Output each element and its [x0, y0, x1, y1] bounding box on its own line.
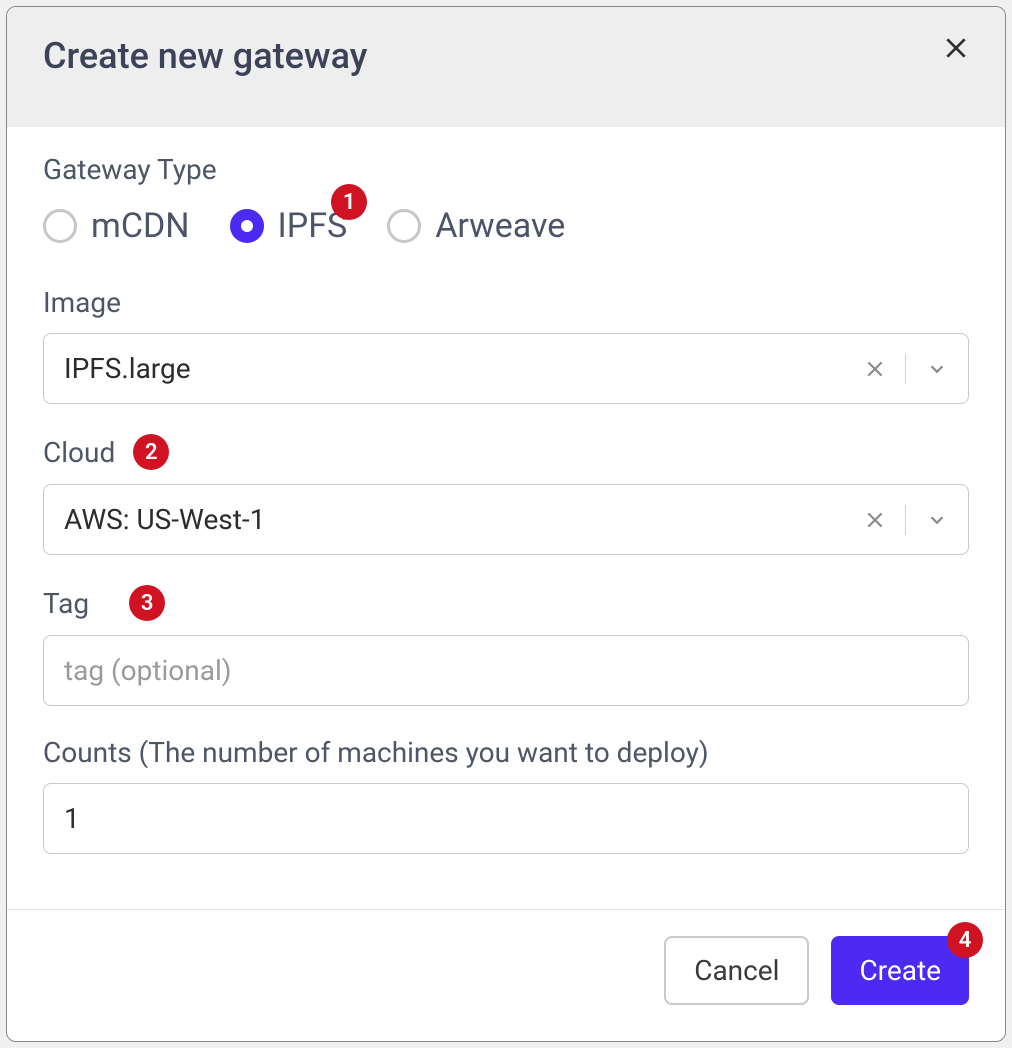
image-select-value: IPFS.large	[64, 352, 865, 385]
counts-input[interactable]	[43, 783, 969, 854]
select-indicators	[865, 354, 948, 384]
step-badge-1: 1	[331, 184, 367, 220]
cloud-select-value: AWS: US-West-1	[64, 503, 865, 536]
radio-mcdn[interactable]: mCDN	[43, 206, 190, 246]
gateway-type-radio-group: mCDN IPFS 1 Arweave	[43, 206, 969, 246]
step-badge-2: 2	[133, 434, 169, 470]
radio-arweave[interactable]: Arweave	[387, 206, 565, 246]
tag-label-text: Tag	[43, 587, 89, 620]
step-badge-3: 3	[129, 585, 165, 621]
close-icon[interactable]	[943, 35, 969, 61]
chevron-down-icon[interactable]	[926, 358, 948, 380]
clear-icon[interactable]	[865, 510, 885, 530]
modal-overlay: Create new gateway Gateway Type mCDN IPF…	[0, 0, 1012, 1048]
radio-mcdn-label: mCDN	[91, 206, 190, 246]
separator	[905, 354, 906, 384]
modal-body: Gateway Type mCDN IPFS 1 Arweave Image	[7, 127, 1005, 909]
gateway-type-label: Gateway Type	[43, 153, 217, 186]
create-button-label: Create	[859, 954, 941, 987]
image-group: Image IPFS.large	[43, 286, 969, 404]
radio-icon	[230, 209, 264, 243]
modal-footer: Cancel Create 4	[7, 909, 1005, 1041]
radio-ipfs[interactable]: IPFS 1	[230, 206, 348, 246]
radio-arweave-label: Arweave	[435, 206, 565, 246]
radio-icon	[43, 209, 77, 243]
cloud-group: Cloud 2 AWS: US-West-1	[43, 434, 969, 555]
modal-title: Create new gateway	[43, 35, 367, 77]
chevron-down-icon[interactable]	[926, 509, 948, 531]
step-badge-4: 4	[947, 922, 983, 958]
create-button[interactable]: Create 4	[831, 936, 969, 1005]
cancel-button[interactable]: Cancel	[664, 936, 809, 1005]
select-indicators	[865, 505, 948, 535]
radio-icon	[387, 209, 421, 243]
counts-group: Counts (The number of machines you want …	[43, 736, 969, 854]
cloud-label: Cloud 2	[43, 434, 169, 470]
tag-group: Tag 3	[43, 585, 969, 706]
cloud-select[interactable]: AWS: US-West-1	[43, 484, 969, 555]
image-label: Image	[43, 286, 121, 319]
image-select[interactable]: IPFS.large	[43, 333, 969, 404]
tag-input[interactable]	[43, 635, 969, 706]
cloud-label-text: Cloud	[43, 436, 115, 469]
separator	[905, 505, 906, 535]
counts-label: Counts (The number of machines you want …	[43, 736, 709, 769]
modal-header: Create new gateway	[7, 7, 1005, 127]
clear-icon[interactable]	[865, 359, 885, 379]
create-gateway-modal: Create new gateway Gateway Type mCDN IPF…	[6, 6, 1006, 1042]
tag-label: Tag 3	[43, 585, 165, 621]
